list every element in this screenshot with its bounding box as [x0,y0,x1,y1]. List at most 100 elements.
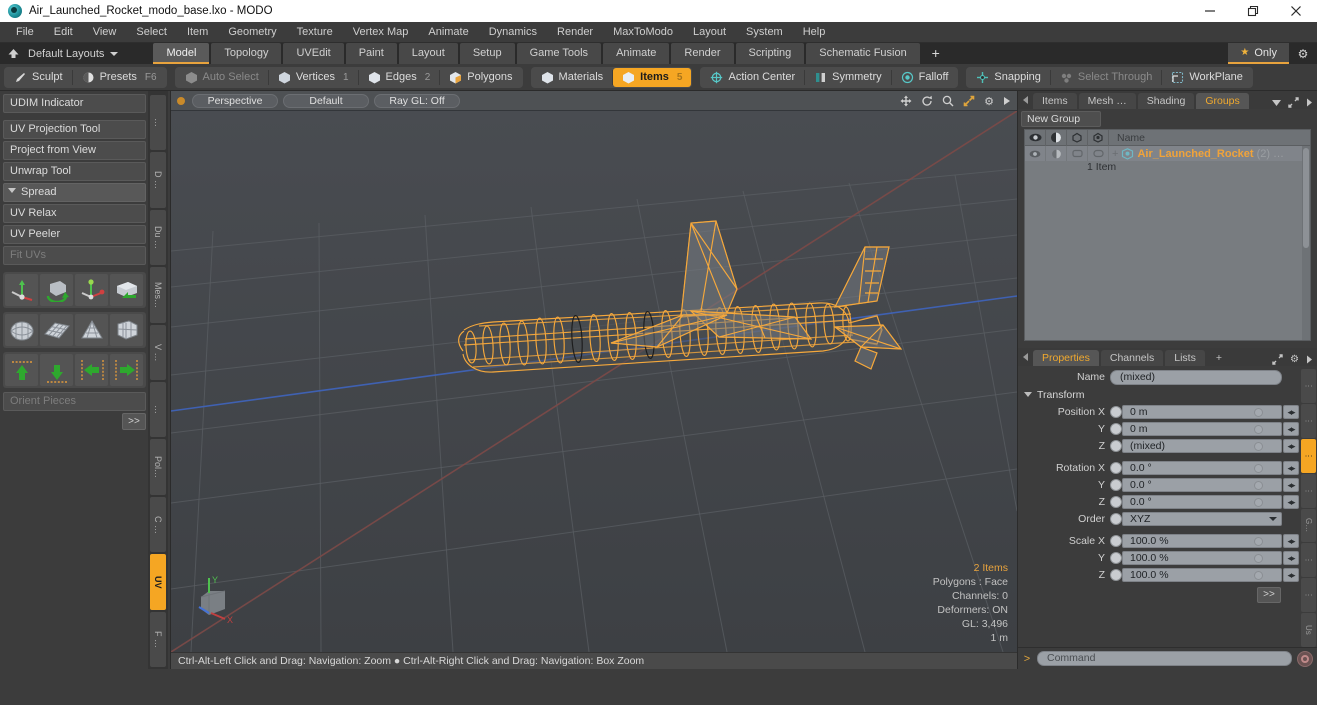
prop-vtab-g[interactable]: G… [1301,508,1316,543]
default-layouts-dropdown[interactable]: Default Layouts [26,48,128,60]
eye-icon[interactable] [1025,129,1046,146]
prop-vtab-1[interactable]: ⋮ [1301,403,1316,438]
tab-channels[interactable]: Channels [1100,350,1164,366]
align-down-icon[interactable] [40,354,73,386]
position-z-field[interactable]: (mixed) [1122,439,1282,453]
prop-vtab-us[interactable]: Us [1301,613,1316,647]
left-vtab-uv[interactable]: UV [150,554,166,610]
prop-vtab-6[interactable]: ⋮ [1301,578,1316,613]
tab-layout[interactable]: Layout [398,43,458,64]
sphere-unwrap-icon[interactable] [5,314,38,346]
3d-viewport[interactable]: Perspective Default Ray GL: Off ⚙ Y X 2 … [170,91,1018,669]
scale-z-field[interactable]: 100.0 % [1122,568,1282,582]
tab-animate[interactable]: Animate [603,43,670,64]
viewport-perspective-dropdown[interactable]: Perspective [192,93,278,108]
left-vtab-mesh[interactable]: Mes… [150,267,166,323]
polygons-button[interactable]: Polygons [440,68,521,87]
row-ghost-toggle[interactable] [1088,146,1109,161]
left-vtab-curve[interactable]: C … [150,496,166,553]
vertices-button[interactable]: Vertices 1 [269,68,358,87]
keyframe-icon[interactable] [1254,536,1263,546]
menu-file[interactable]: File [6,22,44,43]
left-vtab-duplicate[interactable]: Du … [150,209,166,266]
restore-icon[interactable] [1231,0,1274,22]
keyframe-icon[interactable] [1254,553,1263,563]
align-left-icon[interactable] [75,354,108,386]
menu-system[interactable]: System [736,22,793,43]
expand-arrow-icon[interactable] [1003,96,1011,106]
scale-x-radio[interactable] [1110,535,1122,547]
groups-tree[interactable]: Name + Air_Launched_Rocket (2) … 1 Item [1024,129,1311,341]
scale-y-nudge[interactable]: ◂▸ [1283,551,1299,565]
viewport-shading-dropdown[interactable]: Default [283,93,369,108]
tree-scrollbar[interactable] [1302,146,1310,340]
left-vtab-0[interactable]: … [150,95,166,151]
expand-icon[interactable] [1288,97,1299,108]
tool-uv-peeler[interactable]: UV Peeler [3,225,146,244]
rotation-y-radio[interactable] [1110,479,1122,491]
tab-game-tools[interactable]: Game Tools [516,43,602,64]
position-y-nudge[interactable]: ◂▸ [1283,422,1299,436]
left-panel-more-button[interactable]: >> [122,413,146,430]
scale-x-field[interactable]: 100.0 % [1122,534,1282,548]
menu-animate[interactable]: Animate [418,22,478,43]
scale-z-radio[interactable] [1110,569,1122,581]
menu-view[interactable]: View [83,22,127,43]
zoom-icon[interactable] [942,95,954,107]
menu-dynamics[interactable]: Dynamics [479,22,547,43]
ghost-icon[interactable] [1088,129,1109,146]
tool-uv-projection[interactable]: UV Projection Tool [3,120,146,139]
rotation-y-nudge[interactable]: ◂▸ [1283,478,1299,492]
tab-mesh[interactable]: Mesh … [1078,93,1136,109]
left-vtab-vertex[interactable]: V … [150,324,166,381]
keyframe-icon[interactable] [1254,441,1263,451]
tab-scripting[interactable]: Scripting [735,43,805,64]
viewport-raygl-dropdown[interactable]: Ray GL: Off [374,93,460,108]
keyframe-icon[interactable] [1254,497,1263,507]
symmetry-button[interactable]: Symmetry [805,68,891,87]
position-x-field[interactable]: 0 m [1122,405,1282,419]
collapse-arrow-icon[interactable] [1023,96,1028,104]
menu-render[interactable]: Render [547,22,603,43]
workplane-button[interactable]: WorkPlane [1162,68,1252,87]
properties-more-button[interactable]: >> [1257,587,1281,603]
fit-icon[interactable] [963,95,975,107]
items-button[interactable]: Items 5 [613,67,692,87]
auto-select-button[interactable]: Auto Select [176,68,268,87]
rotation-z-nudge[interactable]: ◂▸ [1283,495,1299,509]
align-right-icon[interactable] [110,354,143,386]
rotate-icon[interactable] [921,95,933,107]
keyframe-icon[interactable] [1254,480,1263,490]
tab-setup[interactable]: Setup [459,43,515,64]
dropdown-caret-icon[interactable] [1272,99,1281,106]
tool-orient-pieces[interactable]: Orient Pieces [3,392,146,411]
close-icon[interactable] [1274,0,1317,22]
collapse-arrow-icon[interactable] [1023,353,1028,361]
rotation-y-field[interactable]: 0.0 ° [1122,478,1282,492]
gear-icon[interactable]: ⚙ [1289,47,1317,61]
menu-geometry[interactable]: Geometry [218,22,286,43]
prop-vtab-2[interactable]: ⋮ [1301,438,1316,473]
expand-icon[interactable] [1272,354,1283,365]
position-z-nudge[interactable]: ◂▸ [1283,439,1299,453]
record-icon[interactable] [1297,650,1313,667]
keyframe-icon[interactable] [1254,463,1263,473]
settings-icon[interactable]: ⚙ [984,95,994,108]
left-vtab-f[interactable]: F … [150,611,166,668]
rotation-x-radio[interactable] [1110,462,1122,474]
edges-button[interactable]: Edges 2 [359,68,440,87]
tab-render[interactable]: Render [671,43,734,64]
tool-udim-indicator[interactable]: UDIM Indicator [3,94,146,113]
position-y-field[interactable]: 0 m [1122,422,1282,436]
new-group-button[interactable]: New Group [1021,111,1101,127]
planar-unwrap-icon[interactable] [40,314,73,346]
expand-plus-icon[interactable]: + [1112,148,1118,160]
scale-z-nudge[interactable]: ◂▸ [1283,568,1299,582]
materials-button[interactable]: Materials [532,68,613,87]
move-uv-icon[interactable] [5,274,38,306]
table-row[interactable]: + Air_Launched_Rocket (2) … [1025,146,1310,161]
menu-select[interactable]: Select [126,22,177,43]
rotate-uv-icon[interactable] [40,274,73,306]
tool-uv-relax[interactable]: UV Relax [3,204,146,223]
order-select[interactable]: XYZ [1122,512,1282,526]
